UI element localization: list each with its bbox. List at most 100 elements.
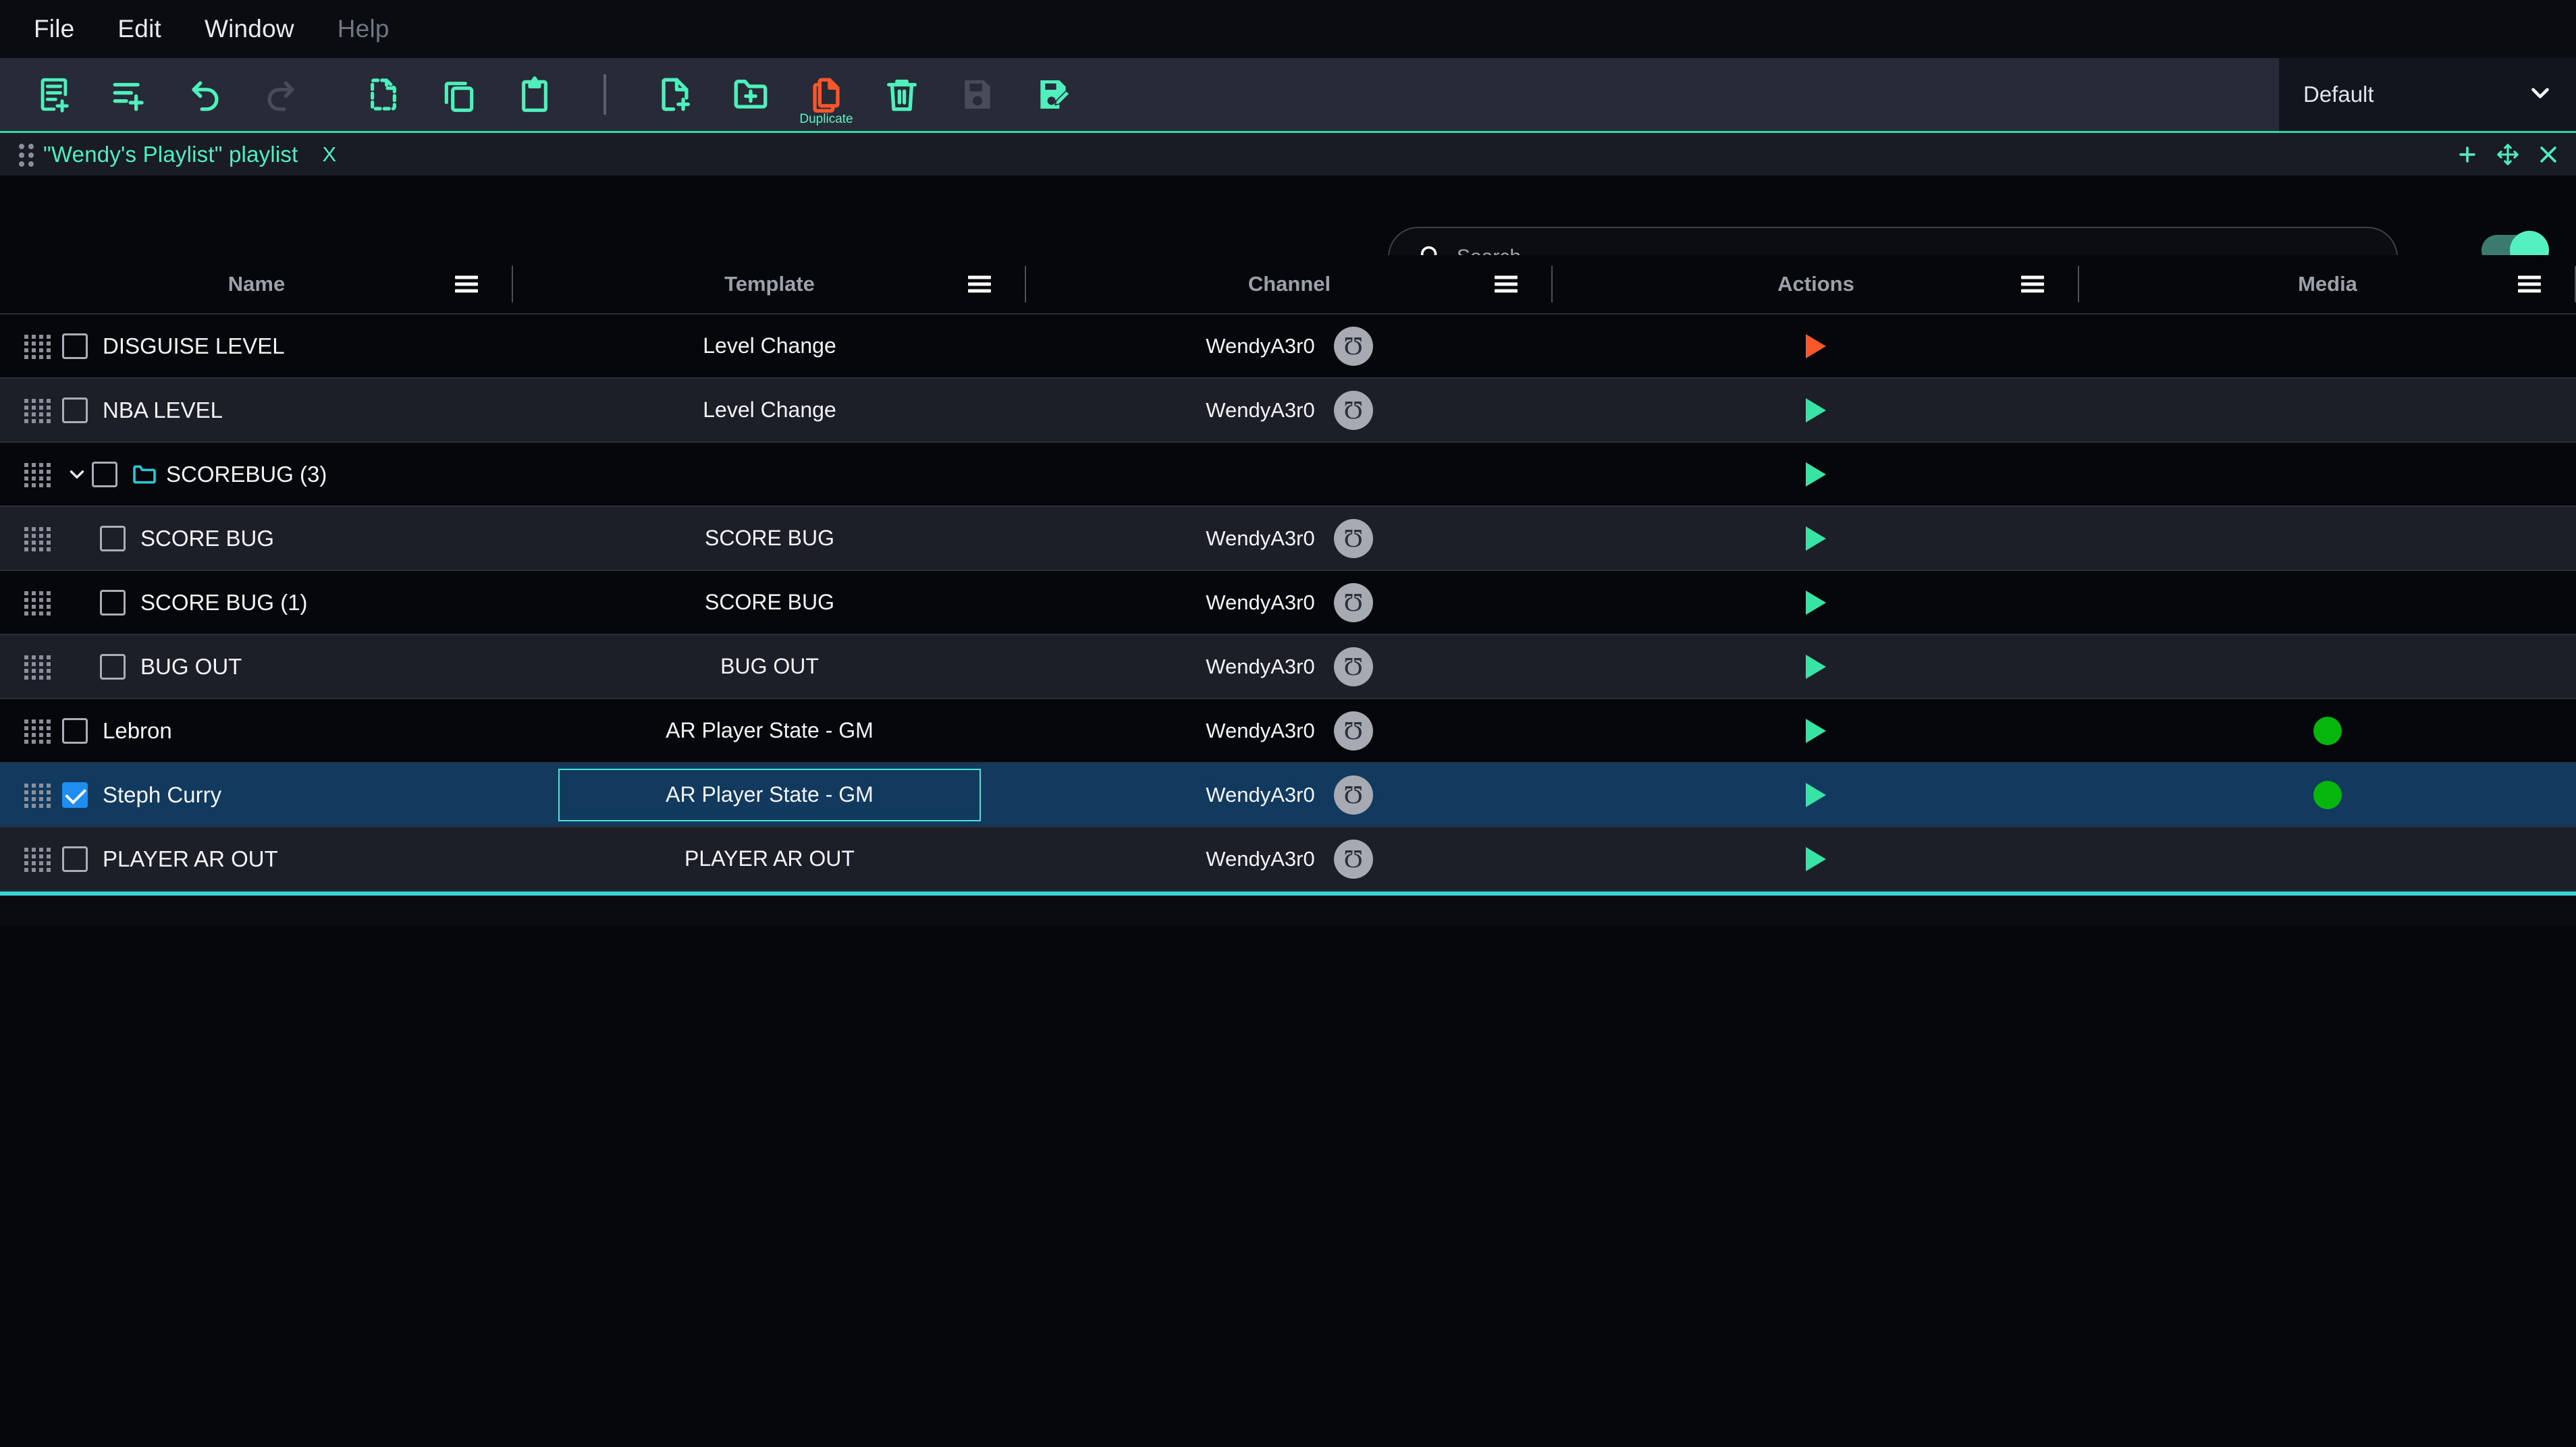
play-icon[interactable] <box>1806 655 1826 679</box>
playlist-tab-title[interactable]: "Wendy's Playlist" playlist <box>43 142 298 167</box>
row-checkbox[interactable] <box>100 590 126 616</box>
cell-name[interactable]: Lebron <box>0 699 513 763</box>
column-menu-icon[interactable] <box>2021 273 2044 296</box>
play-icon[interactable] <box>1806 783 1826 807</box>
row-drag-handle-icon[interactable] <box>24 848 55 871</box>
add-panel-icon[interactable] <box>2456 143 2479 166</box>
play-icon[interactable] <box>1806 462 1826 487</box>
save-button[interactable] <box>940 58 1015 131</box>
table-row[interactable]: SCORE BUG (1)SCORE BUGWendyA3r0Ʊ <box>0 571 2576 635</box>
move-panel-icon[interactable] <box>2496 143 2519 166</box>
cell-actions[interactable] <box>1553 827 2079 891</box>
menu-item-help[interactable]: Help <box>316 0 411 58</box>
row-checkbox[interactable] <box>62 846 88 872</box>
row-drag-handle-icon[interactable] <box>24 591 55 614</box>
cell-media[interactable] <box>2079 378 2576 442</box>
cell-actions[interactable] <box>1553 506 2079 570</box>
cell-media[interactable] <box>2079 570 2576 634</box>
row-drag-handle-icon[interactable] <box>24 719 55 742</box>
table-row[interactable]: PLAYER AR OUTPLAYER AR OUTWendyA3r0Ʊ <box>0 827 2576 892</box>
undo-button[interactable] <box>167 58 243 131</box>
cell-actions[interactable] <box>1553 634 2079 699</box>
cell-template[interactable]: PLAYER AR OUT <box>513 827 1026 891</box>
row-drag-handle-icon[interactable] <box>24 335 55 358</box>
table-row[interactable]: SCOREBUG (3) <box>0 443 2576 507</box>
cell-actions[interactable] <box>1553 378 2079 442</box>
row-drag-handle-icon[interactable] <box>24 463 55 486</box>
cell-actions[interactable] <box>1553 570 2079 634</box>
cell-actions[interactable] <box>1553 314 2079 378</box>
cell-template[interactable]: Level Change <box>513 378 1026 442</box>
redo-button[interactable] <box>243 58 319 131</box>
new-playlist-button[interactable] <box>16 58 92 131</box>
cell-name[interactable]: Steph Curry <box>0 763 513 827</box>
column-header-actions[interactable]: Actions <box>1553 254 2079 314</box>
save-as-button[interactable] <box>1015 58 1091 131</box>
cell-name[interactable]: NBA LEVEL <box>0 378 513 442</box>
column-header-name[interactable]: Name <box>0 254 513 314</box>
row-checkbox[interactable] <box>62 718 88 744</box>
cell-media[interactable] <box>2079 442 2576 506</box>
cell-channel[interactable]: WendyA3r0Ʊ <box>1026 314 1553 378</box>
template-value[interactable]: SCORE BUG <box>705 526 834 551</box>
cell-name[interactable]: SCORE BUG <box>0 506 513 570</box>
drag-handle-icon[interactable] <box>19 144 34 165</box>
menu-item-file[interactable]: File <box>12 0 96 58</box>
cell-template[interactable]: Level Change <box>513 314 1026 378</box>
play-icon[interactable] <box>1806 526 1826 551</box>
cell-template[interactable]: SCORE BUG <box>513 506 1026 570</box>
add-item-button[interactable] <box>92 58 167 131</box>
template-value[interactable]: PLAYER AR OUT <box>685 846 855 871</box>
row-drag-handle-icon[interactable] <box>24 399 55 422</box>
cell-template[interactable]: AR Player State - GM <box>513 699 1026 763</box>
menu-item-edit[interactable]: Edit <box>96 0 183 58</box>
template-value[interactable]: AR Player State - GM <box>666 718 874 743</box>
duplicate-button[interactable]: Duplicate <box>788 58 864 131</box>
table-row[interactable]: BUG OUTBUG OUTWendyA3r0Ʊ <box>0 635 2576 699</box>
cell-channel[interactable]: WendyA3r0Ʊ <box>1026 570 1553 634</box>
row-checkbox[interactable] <box>100 654 126 680</box>
cell-channel[interactable]: WendyA3r0Ʊ <box>1026 378 1553 442</box>
column-menu-icon[interactable] <box>2518 273 2541 296</box>
chevron-down-icon[interactable] <box>62 463 92 486</box>
row-drag-handle-icon[interactable] <box>24 527 55 550</box>
column-header-template[interactable]: Template <box>513 254 1026 314</box>
table-row[interactable]: DISGUISE LEVELLevel ChangeWendyA3r0Ʊ <box>0 315 2576 379</box>
template-value[interactable]: Level Change <box>703 333 836 358</box>
table-row[interactable]: NBA LEVEL Level Change WendyA3r0Ʊ <box>0 379 2576 443</box>
cell-template[interactable]: AR Player State - GM <box>513 763 1026 827</box>
new-folder-button[interactable] <box>713 58 788 131</box>
play-icon[interactable] <box>1806 591 1826 615</box>
cell-name[interactable]: SCOREBUG (3) <box>0 442 513 506</box>
profile-select[interactable]: Default <box>2279 58 2576 131</box>
cell-channel[interactable]: WendyA3r0Ʊ <box>1026 506 1553 570</box>
row-drag-handle-icon[interactable] <box>24 655 55 678</box>
template-value[interactable]: Level Change <box>703 398 836 422</box>
cell-template[interactable] <box>513 442 1026 506</box>
cell-actions[interactable] <box>1553 442 2079 506</box>
cell-template[interactable]: SCORE BUG <box>513 570 1026 634</box>
row-checkbox[interactable] <box>62 333 88 359</box>
cell-name[interactable]: SCORE BUG (1) <box>0 570 513 634</box>
playlist-tab-close[interactable]: X <box>322 142 336 167</box>
delete-button[interactable] <box>864 58 940 131</box>
cut-button[interactable] <box>346 58 421 131</box>
table-row[interactable]: Steph CurryAR Player State - GMWendyA3r0… <box>0 763 2576 827</box>
row-checkbox[interactable] <box>100 526 126 551</box>
row-drag-handle-icon[interactable] <box>24 784 55 807</box>
cell-media[interactable] <box>2079 763 2576 827</box>
cell-channel[interactable]: WendyA3r0Ʊ <box>1026 763 1553 827</box>
column-menu-icon[interactable] <box>1495 273 1518 296</box>
cell-actions[interactable] <box>1553 763 2079 827</box>
cell-media[interactable] <box>2079 314 2576 378</box>
close-panel-icon[interactable] <box>2537 143 2560 166</box>
column-header-media[interactable]: Media <box>2079 254 2576 314</box>
column-menu-icon[interactable] <box>455 273 478 296</box>
column-header-channel[interactable]: Channel <box>1026 254 1553 314</box>
row-checkbox[interactable] <box>62 398 88 423</box>
cell-media[interactable] <box>2079 827 2576 891</box>
menu-item-window[interactable]: Window <box>183 0 316 58</box>
copy-button[interactable] <box>421 58 497 131</box>
play-icon[interactable] <box>1806 398 1826 422</box>
cell-name[interactable]: BUG OUT <box>0 634 513 699</box>
